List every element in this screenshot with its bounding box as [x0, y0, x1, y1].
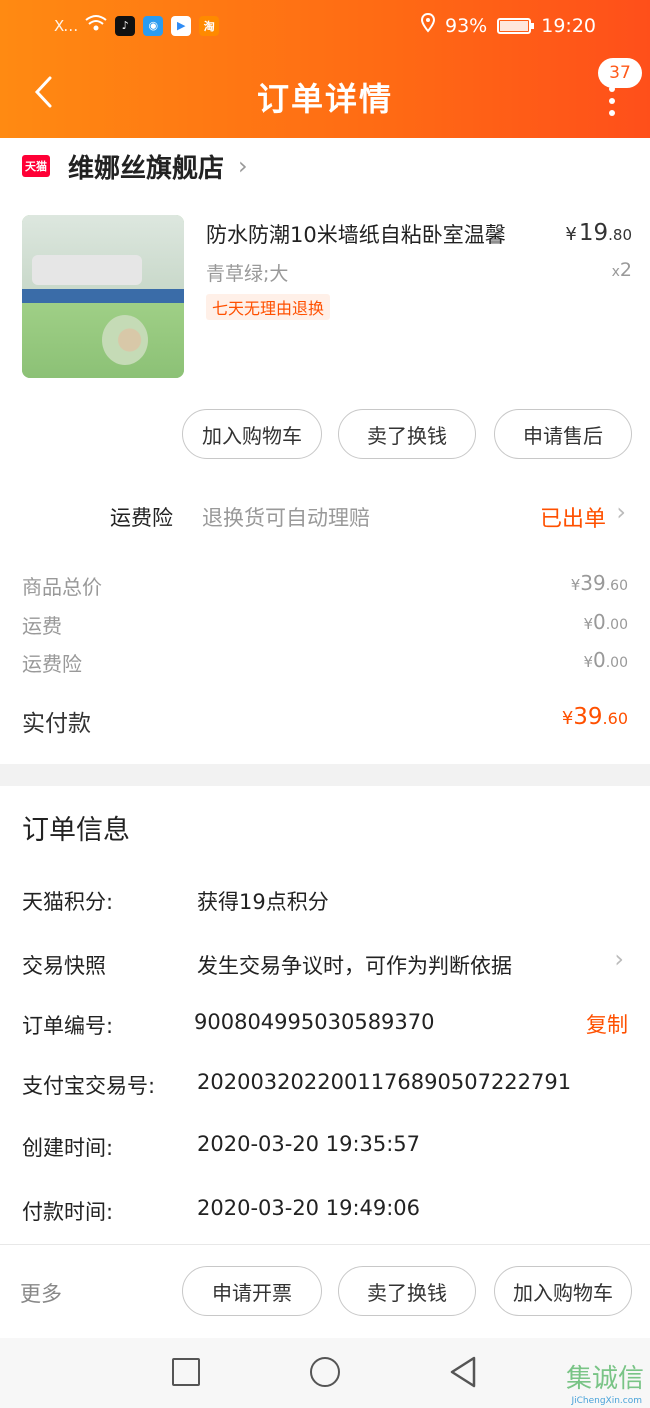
amount-dec: .60	[605, 578, 628, 594]
add-to-cart-button-bottom[interactable]: 加入购物车	[494, 1266, 632, 1316]
after-sale-button[interactable]: 申请售后	[494, 409, 632, 459]
alipay-trade-value: 2020032022001176890507222791	[197, 1070, 572, 1094]
product-image[interactable]	[22, 215, 184, 378]
page-title: 订单详情	[256, 80, 393, 118]
invoice-button[interactable]: 申请开票	[182, 1266, 322, 1316]
snapshot-value[interactable]: 发生交易争议时，可作为判断依据	[197, 950, 512, 980]
created-time-label: 创建时间:	[22, 1136, 114, 1160]
points-value: 获得19点积分	[197, 890, 329, 914]
qty-value: 2	[619, 259, 632, 281]
chevron-right-icon: ›	[238, 152, 248, 180]
goods-total-value: ¥39.60	[571, 571, 628, 595]
amount-int: 0	[593, 648, 606, 672]
product-image-sofa	[32, 255, 142, 285]
lightbulb-icon: ◉	[143, 15, 164, 36]
recent-apps-button[interactable]	[172, 1358, 200, 1386]
copy-order-number-button[interactable]: 复制	[586, 1009, 628, 1039]
more-dot	[609, 86, 615, 92]
insurance-fee-label: 运费险	[22, 652, 82, 676]
battery-percent: 93%	[445, 14, 488, 37]
price-integer: 19	[578, 220, 609, 246]
amount-int: 39	[580, 571, 606, 595]
created-time-value: 2020-03-20 19:35:57	[197, 1132, 421, 1156]
return-policy-tag: 七天无理由退换	[206, 294, 331, 320]
location-icon	[420, 12, 436, 38]
bottom-divider	[0, 1244, 650, 1245]
price-currency: ¥	[565, 224, 577, 245]
watermark-url: JiChengXin.com	[571, 1396, 642, 1406]
payment-time-label: 付款时间:	[22, 1200, 114, 1224]
watermark-logo: 集诚信	[565, 1364, 644, 1394]
amount-int: 39	[573, 704, 603, 730]
signal-icon: X…	[54, 16, 78, 35]
amount-int: 0	[593, 610, 606, 634]
currency: ¥	[583, 615, 593, 633]
price-decimal: .80	[608, 226, 632, 244]
battery-fill	[500, 20, 529, 31]
product-sku: 青草绿;大	[206, 263, 289, 285]
snapshot-label[interactable]: 交易快照	[22, 950, 106, 980]
product-price: ¥19.80	[565, 220, 632, 246]
tmall-logo: 天猫	[22, 155, 50, 177]
chevron-right-icon[interactable]: ›	[616, 498, 626, 526]
more-dot	[609, 98, 615, 104]
taobao-icon: 淘	[199, 15, 220, 36]
more-options-button[interactable]	[606, 86, 618, 116]
order-number-value: 900804995030589370	[194, 1010, 435, 1034]
add-to-cart-button[interactable]: 加入购物车	[182, 409, 322, 459]
section-divider	[0, 764, 650, 786]
amount-paid-label: 实付款	[22, 711, 91, 737]
message-count-badge[interactable]: 37	[598, 58, 642, 88]
currency: ¥	[561, 708, 574, 729]
points-label: 天猫积分:	[22, 890, 114, 914]
payment-time-value: 2020-03-20 19:49:06	[197, 1196, 421, 1220]
battery-icon	[497, 17, 535, 34]
resell-button-bottom[interactable]: 卖了换钱	[338, 1266, 476, 1316]
header-bar: X… ♪ ◉ ▶ 淘 93% 19:20 订单详情 37	[0, 0, 650, 138]
shop-name[interactable]: 维娜丝旗舰店	[68, 148, 224, 185]
product-image-roll	[102, 315, 148, 365]
home-button[interactable]	[310, 1357, 340, 1387]
amount-dec: .00	[605, 617, 628, 633]
amount-paid-value: ¥39.60	[562, 704, 628, 730]
status-bar: X… ♪ ◉ ▶ 淘 93% 19:20	[0, 0, 650, 50]
tiktok-icon: ♪	[115, 15, 136, 36]
product-quantity: x2	[612, 259, 632, 281]
currency: ¥	[570, 576, 581, 594]
status-left: X… ♪ ◉ ▶ 淘	[54, 14, 220, 37]
more-dot	[609, 110, 615, 116]
freight-insurance-desc: 退换货可自动理赔	[202, 506, 370, 530]
freight-insurance-label: 运费险	[110, 506, 173, 530]
product-image-banner	[22, 289, 184, 303]
status-right: 93% 19:20	[420, 12, 596, 38]
more-button[interactable]: 更多	[20, 1278, 62, 1308]
freight-value: ¥0.00	[583, 610, 628, 634]
qty-x: x	[611, 264, 620, 280]
insurance-fee-value: ¥0.00	[583, 648, 628, 672]
back-triangle-button[interactable]	[448, 1355, 478, 1389]
youku-icon: ▶	[171, 15, 192, 36]
currency: ¥	[583, 653, 593, 671]
goods-total-label: 商品总价	[22, 575, 102, 599]
system-nav-bar	[0, 1338, 650, 1408]
clock: 19:20	[541, 14, 596, 37]
amount-dec: .60	[602, 709, 628, 728]
freight-label: 运费	[22, 614, 62, 638]
product-title[interactable]: 防水防潮10米墙纸自粘卧室温馨	[206, 219, 546, 249]
chevron-right-icon[interactable]: ›	[614, 945, 624, 973]
order-info-title: 订单信息	[22, 815, 130, 846]
freight-insurance-status[interactable]: 已出单	[540, 501, 606, 533]
shop-row[interactable]: 天猫 维娜丝旗舰店 ›	[22, 146, 248, 186]
order-number-label: 订单编号:	[22, 1014, 114, 1038]
wifi-icon	[85, 14, 107, 37]
amount-dec: .00	[605, 655, 628, 671]
alipay-trade-label: 支付宝交易号:	[22, 1074, 156, 1098]
resell-button[interactable]: 卖了换钱	[338, 409, 476, 459]
